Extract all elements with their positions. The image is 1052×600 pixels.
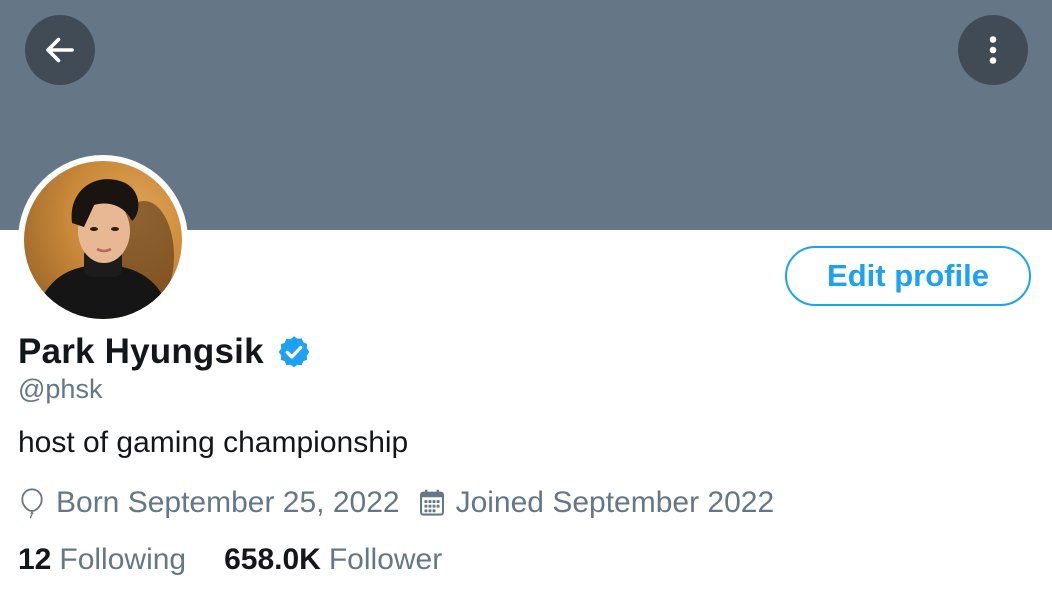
back-button[interactable] — [25, 15, 95, 85]
following-link[interactable]: 12 Following — [18, 543, 186, 577]
more-vertical-icon — [989, 36, 997, 64]
profile-bio: host of gaming championship — [18, 426, 409, 459]
display-name: Park Hyungsik — [18, 332, 264, 371]
calendar-icon — [419, 489, 444, 516]
followers-link[interactable]: 658.0K Follower — [224, 543, 442, 577]
following-label: Following — [59, 543, 187, 576]
arrow-left-icon — [46, 37, 74, 63]
profile-stats: 12 Following 658.0K Follower — [18, 540, 442, 580]
avatar-photo — [24, 161, 182, 319]
followers-label: Follower — [328, 543, 443, 576]
verified-badge-icon — [276, 334, 312, 370]
edit-profile-button[interactable]: Edit profile — [785, 246, 1031, 306]
profile-handle: @phsk — [18, 374, 103, 404]
birth-date-text: Born September 25, 2022 — [56, 486, 400, 519]
balloon-icon — [21, 488, 43, 519]
followers-count: 658.0K — [224, 543, 321, 576]
profile-meta: Born September 25, 2022 Joined September… — [18, 483, 774, 523]
profile-name-row: Park Hyungsik — [18, 330, 312, 374]
more-options-button[interactable] — [958, 15, 1028, 85]
joined-date-text: Joined September 2022 — [455, 486, 775, 519]
following-count: 12 — [18, 543, 52, 576]
joined-date: Joined September 2022 — [418, 486, 775, 520]
avatar[interactable] — [18, 155, 188, 325]
birth-date: Born September 25, 2022 — [18, 486, 400, 520]
